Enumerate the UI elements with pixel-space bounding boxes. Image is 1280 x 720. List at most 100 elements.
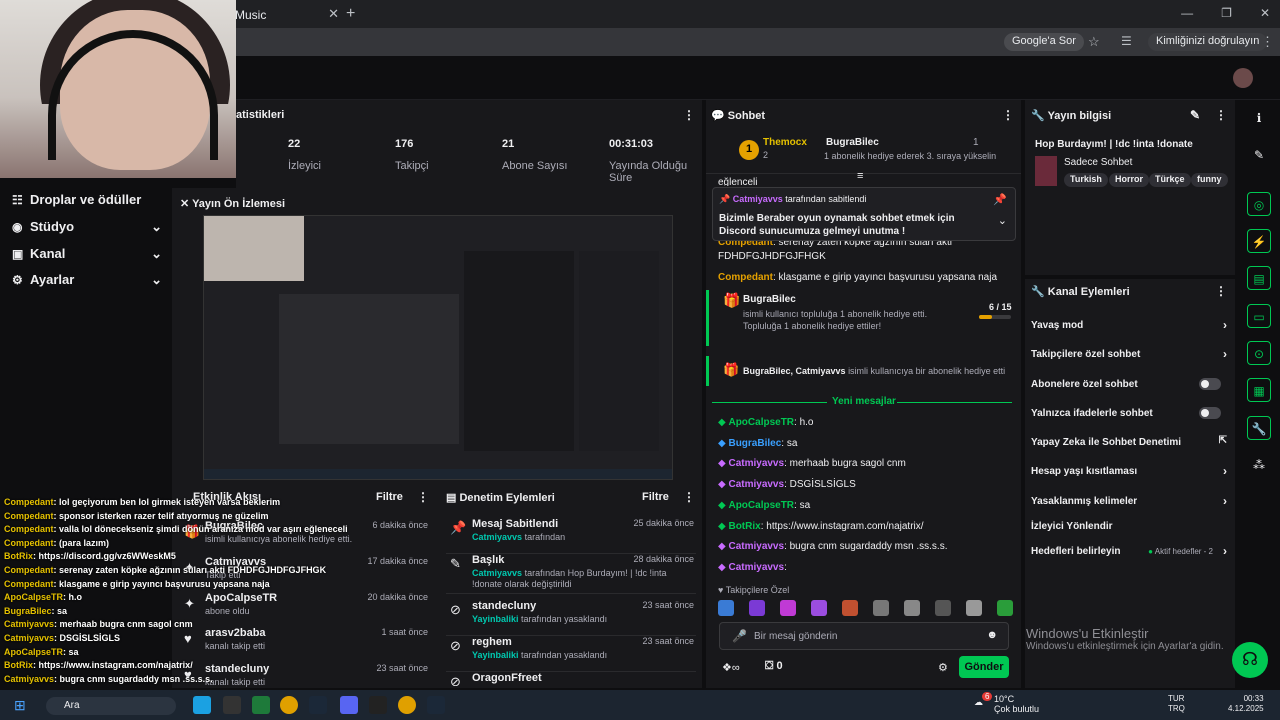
- edit-icon[interactable]: ✎: [1190, 108, 1200, 122]
- chat-username[interactable]: Catmiyavvs: [728, 541, 784, 552]
- emoji-icon[interactable]: ☻: [986, 629, 998, 641]
- verify-identity-button[interactable]: Kimliğinizi doğrulayın: [1148, 33, 1268, 51]
- category-thumbnail[interactable]: [1035, 156, 1057, 186]
- steam-2-icon[interactable]: [427, 696, 445, 714]
- wrench-icon[interactable]: 🔧: [1247, 416, 1271, 440]
- discord-icon[interactable]: [340, 696, 358, 714]
- close-window-icon[interactable]: ✕: [1260, 6, 1270, 20]
- emote-icon[interactable]: [811, 600, 827, 616]
- emote-icon[interactable]: [873, 600, 889, 616]
- stats-menu-icon[interactable]: ⋮: [683, 108, 695, 122]
- minimize-icon[interactable]: —: [1181, 6, 1193, 20]
- lightning-icon[interactable]: ⚡: [1247, 229, 1271, 253]
- maximize-icon[interactable]: ❐: [1221, 6, 1232, 20]
- action-followers-only[interactable]: Takipçilere özel sohbet ›: [1031, 347, 1227, 361]
- subs-only-toggle[interactable]: [1199, 378, 1221, 390]
- chat-username[interactable]: ApoCalpseTR: [728, 417, 794, 428]
- pinned-message[interactable]: 📌 Catmiyavvs tarafından sabitlendi Bizim…: [712, 187, 1016, 241]
- close-tab-icon[interactable]: ✕: [328, 6, 339, 22]
- chat-username[interactable]: Catmiyavvs: [728, 479, 784, 490]
- sub-gift-users[interactable]: BugraBilec, Catmiyavvs: [743, 366, 846, 376]
- sidebar-item-channel[interactable]: ▣ Kanal ⌄: [12, 246, 162, 266]
- mod-menu-icon[interactable]: ⋮: [683, 490, 695, 504]
- action-slow-mode[interactable]: Yavaş mod ›: [1031, 318, 1227, 332]
- action-emote-only[interactable]: Yalnızca ifadelerle sohbet: [1031, 407, 1227, 419]
- mod-filter-button[interactable]: Filtre: [642, 491, 669, 503]
- language-indicator[interactable]: TUR TRQ: [1168, 694, 1185, 714]
- broadcast-icon[interactable]: ⊙: [1247, 341, 1271, 365]
- chat-username[interactable]: BotRix: [728, 521, 760, 532]
- action-goals[interactable]: Hedefleri belirleyin ● Aktif hedefler - 2…: [1031, 544, 1227, 558]
- info-icon[interactable]: ℹ: [1247, 106, 1271, 130]
- feed-menu-icon[interactable]: ⋮: [417, 490, 429, 504]
- sidebar-item-drops[interactable]: ☷ Droplar ve ödüller: [12, 192, 162, 212]
- feed-filter-button[interactable]: Filtre: [376, 491, 403, 503]
- chat-username[interactable]: Catmiyavvs: [728, 562, 784, 573]
- nodes-icon[interactable]: ⁂: [1247, 453, 1271, 477]
- emote-icon[interactable]: [904, 600, 920, 616]
- emote-icon[interactable]: [718, 600, 734, 616]
- tag-funny[interactable]: funny: [1191, 173, 1228, 187]
- emote-icon[interactable]: [966, 600, 982, 616]
- reading-list-icon[interactable]: ☰: [1121, 34, 1132, 48]
- stream-info-menu-icon[interactable]: ⋮: [1215, 108, 1227, 122]
- clipboard-icon[interactable]: ▤: [1247, 266, 1271, 290]
- chat-settings-icon[interactable]: ⚙: [938, 661, 948, 674]
- chat-username[interactable]: ApoCalpseTR: [728, 500, 794, 511]
- clock[interactable]: 00:33 4.12.2025: [1228, 694, 1264, 714]
- chat-username[interactable]: BugraBilec: [728, 438, 781, 449]
- gift-leaderboard[interactable]: 1 Themocx 2 BugraBilec 1 1 abonelik hedi…: [706, 126, 1021, 174]
- avatar[interactable]: [1233, 68, 1253, 88]
- gift-user[interactable]: BugraBilec: [743, 294, 796, 305]
- chat-username[interactable]: Compedant: [718, 272, 773, 283]
- windows-start-icon[interactable]: ⊞: [14, 697, 26, 714]
- steam-icon[interactable]: [309, 696, 327, 714]
- emote-only-toggle[interactable]: [1199, 407, 1221, 419]
- chat-icon[interactable]: ▭: [1247, 304, 1271, 328]
- layout-icon[interactable]: ▦: [1247, 378, 1271, 402]
- channel-actions-menu-icon[interactable]: ⋮: [1215, 284, 1227, 298]
- chevron-down-icon[interactable]: ⌄: [998, 214, 1007, 227]
- google-ask-button[interactable]: Google'a Sor: [1004, 33, 1084, 51]
- tag-turkce[interactable]: Türkçe: [1149, 173, 1191, 187]
- action-account-age[interactable]: Hesap yaşı kısıtlaması ›: [1031, 464, 1227, 478]
- excel-icon[interactable]: [252, 696, 270, 714]
- table-row[interactable]: ⊘ OragonFfreet: [446, 672, 696, 686]
- action-subs-only[interactable]: Abonelere özel sohbet: [1031, 378, 1227, 390]
- table-row[interactable]: ⊘ standecluny Yayinbaliki tarafından yas…: [446, 600, 696, 636]
- tag-turkish[interactable]: Turkish: [1064, 173, 1108, 187]
- emote-icon[interactable]: [935, 600, 951, 616]
- bookmark-star-icon[interactable]: ☆: [1088, 34, 1100, 50]
- sidebar-item-settings[interactable]: ⚙ Ayarlar ⌄: [12, 272, 162, 292]
- emote-icon[interactable]: [780, 600, 796, 616]
- pin-action-icon[interactable]: 📌: [993, 193, 1007, 206]
- pencil-icon[interactable]: ✎: [1247, 143, 1271, 167]
- table-row[interactable]: ✎ Başlık Catmiyavvs tarafından Hop Burda…: [446, 554, 696, 594]
- browser-tab[interactable]: Music ✕: [225, 2, 345, 26]
- emote-icon[interactable]: [749, 600, 765, 616]
- action-banned-words[interactable]: Yasaklanmış kelimeler ›: [1031, 494, 1227, 508]
- chrome-active-icon[interactable]: [398, 696, 416, 714]
- table-row[interactable]: ⊘ reghem Yayinbaliki tarafından yasaklan…: [446, 636, 696, 672]
- sidebar-item-studio[interactable]: ◉ Stüdyo ⌄: [12, 219, 162, 239]
- chat-menu-icon[interactable]: ⋮: [1002, 108, 1014, 122]
- action-raid[interactable]: İzleyici Yönlendir: [1031, 521, 1227, 532]
- emote-icon[interactable]: [997, 600, 1013, 616]
- chest-row[interactable]: ⛋ 0: [765, 660, 783, 673]
- epic-icon[interactable]: [223, 696, 241, 714]
- chrome-icon[interactable]: [280, 696, 298, 714]
- microphone-icon[interactable]: 🎤: [732, 629, 747, 643]
- new-tab-icon[interactable]: +: [346, 5, 355, 23]
- support-button[interactable]: ☊: [1232, 642, 1268, 678]
- browser-menu-icon[interactable]: ⋮: [1261, 34, 1274, 50]
- tag-horror[interactable]: Horror: [1109, 173, 1150, 187]
- send-button[interactable]: Gönder: [959, 656, 1009, 678]
- target-icon[interactable]: ◎: [1247, 192, 1271, 216]
- emote-icon[interactable]: [842, 600, 858, 616]
- chat-username[interactable]: Catmiyavvs: [728, 458, 784, 469]
- channel-points-row[interactable]: ❖∞: [722, 661, 740, 674]
- category-name[interactable]: Sadece Sohbet: [1064, 157, 1132, 168]
- obs-icon[interactable]: [369, 696, 387, 714]
- edge-icon[interactable]: [193, 696, 211, 714]
- chat-input[interactable]: 🎤 Bir mesaj gönderin ☻: [719, 622, 1009, 650]
